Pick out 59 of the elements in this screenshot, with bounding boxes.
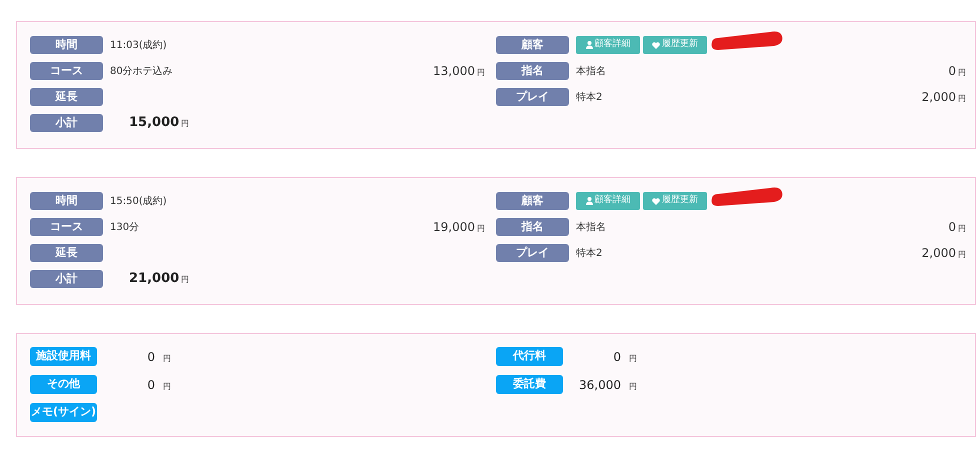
amount: 0 — [613, 348, 621, 366]
field-label: 顧客 — [496, 36, 569, 54]
field-label: プレイ — [496, 88, 569, 106]
field-label: 時間 — [30, 36, 103, 54]
field-label: 延長 — [30, 88, 103, 106]
field-value: 11:03(成約) — [110, 38, 167, 52]
yen-unit: 円 — [958, 249, 966, 261]
amount: 15,000 — [129, 114, 180, 132]
field-label: プレイ — [496, 244, 569, 262]
field-value: 130分 — [110, 220, 140, 234]
history-update-button[interactable]: 履歴更新 — [643, 192, 707, 210]
amount: 0 — [147, 348, 155, 366]
yen-unit: 円 — [958, 223, 966, 235]
heart-icon — [652, 42, 660, 48]
field-label: コース — [30, 62, 103, 80]
amount: 19,000 — [433, 219, 475, 236]
person-icon — [586, 41, 592, 49]
field-label: 時間 — [30, 192, 103, 210]
amount: 2,000 — [922, 245, 956, 262]
field-label: 顧客 — [496, 192, 569, 210]
field-value: 本指名 — [576, 64, 606, 78]
field-value: 本指名 — [576, 220, 606, 234]
yen-unit: 円 — [958, 93, 966, 105]
fee-label: その他 — [30, 375, 97, 394]
fee-label: 施設使用料 — [30, 347, 97, 366]
field-value: 15:50(成約) — [110, 194, 167, 208]
yen-unit: 円 — [629, 380, 637, 392]
amount: 2,000 — [922, 89, 956, 106]
yen-unit: 円 — [181, 274, 190, 286]
customer-details-button[interactable]: 顧客詳細 — [576, 192, 640, 210]
yen-unit: 円 — [958, 67, 966, 79]
field-label: 指名 — [496, 62, 569, 80]
yen-unit: 円 — [477, 67, 485, 79]
history-update-button[interactable]: 履歴更新 — [643, 36, 707, 54]
field-label: コース — [30, 218, 103, 236]
fee-label: メモ(サイン) — [30, 403, 97, 422]
field-label: 指名 — [496, 218, 569, 236]
fee-label: 委託費 — [496, 375, 563, 394]
amount: 0 — [948, 219, 956, 236]
field-label: 小計 — [30, 114, 103, 132]
field-label: 小計 — [30, 270, 103, 288]
amount: 13,000 — [433, 63, 475, 80]
amount: 21,000 — [129, 270, 180, 288]
amount: 0 — [147, 376, 155, 394]
yen-unit: 円 — [181, 118, 190, 130]
heart-icon — [652, 198, 660, 204]
yen-unit: 円 — [163, 380, 171, 392]
yen-unit: 円 — [477, 223, 485, 235]
amount: 0 — [948, 63, 956, 80]
field-label: 延長 — [30, 244, 103, 262]
fee-label: 代行料 — [496, 347, 563, 366]
field-value: 80分ホテ込み — [110, 64, 173, 78]
customer-details-button[interactable]: 顧客詳細 — [576, 36, 640, 54]
field-value: 特本2 — [576, 90, 602, 104]
yen-unit: 円 — [163, 352, 171, 364]
yen-unit: 円 — [629, 352, 637, 364]
amount: 36,000 — [579, 376, 621, 394]
field-value: 特本2 — [576, 246, 602, 260]
person-icon — [586, 197, 592, 205]
